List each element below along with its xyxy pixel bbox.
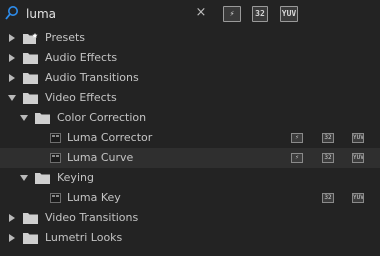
32-bit-badge-icon: 32 [322,153,334,163]
folder-icon [35,113,50,124]
video-effect-icon [50,153,61,163]
tree-item-label: Audio Transitions [45,71,139,84]
32-bit-badge-icon: 32 [322,193,334,203]
tree-item-label: Audio Effects [45,51,118,64]
folder-icon [23,53,38,64]
tree-item-keying[interactable]: Keying [0,168,380,188]
yuv-badge-icon: YUV [352,133,364,143]
accelerated-badge-icon: ⚡ [291,133,303,143]
yuv-badge-icon: YUV [352,193,364,203]
effects-tree: Presets Audio Effects Audio Transitions … [0,28,380,248]
tree-item-presets[interactable]: Presets [0,28,380,48]
search-bar: × ⚡ 32 YUV [0,0,380,28]
chevron-right-icon[interactable] [8,54,16,62]
chevron-down-icon[interactable] [8,94,16,102]
folder-icon [23,73,38,84]
tree-item-label: Video Transitions [45,211,139,224]
chevron-right-icon[interactable] [8,214,16,222]
tree-item-label: Keying [57,171,94,184]
yuv-filter-button[interactable]: YUV [280,6,298,22]
tree-item-label: Video Effects [45,91,117,104]
tree-item-video-effects[interactable]: Video Effects [0,88,380,108]
tree-item-label: Color Correction [57,111,147,124]
chevron-right-icon[interactable] [8,234,16,242]
video-effect-icon [50,133,61,143]
chevron-down-icon[interactable] [20,174,28,182]
chevron-down-icon[interactable] [20,114,28,122]
tree-item-luma-curve[interactable]: Luma Curve ⚡ 32 YUV [0,148,380,168]
folder-icon [23,93,38,104]
search-icon [5,6,18,20]
tree-item-luma-corrector[interactable]: Luma Corrector ⚡ 32 YUV [0,128,380,148]
folder-icon [23,233,38,244]
yuv-badge-icon: YUV [352,153,364,163]
accelerated-effects-filter-button[interactable]: ⚡ [223,6,241,22]
chevron-right-icon[interactable] [8,74,16,82]
tree-item-label: Luma Corrector [67,131,153,144]
folder-icon [35,173,50,184]
tree-item-video-transitions[interactable]: Video Transitions [0,208,380,228]
tree-item-label: Presets [45,31,86,44]
video-effect-icon [50,193,61,203]
chevron-right-icon[interactable] [8,34,16,42]
tree-item-luma-key[interactable]: Luma Key 32 YUV [0,188,380,208]
tree-item-lumetri-looks[interactable]: Lumetri Looks [0,228,380,248]
tree-item-label: Luma Curve [67,151,134,164]
presets-folder-icon [23,33,38,44]
32-bit-badge-icon: 32 [322,133,334,143]
tree-item-audio-transitions[interactable]: Audio Transitions [0,68,380,88]
tree-item-label: Luma Key [67,191,121,204]
clear-search-icon[interactable]: × [194,6,208,20]
tree-item-color-correction[interactable]: Color Correction [0,108,380,128]
folder-icon [23,213,38,224]
search-input[interactable] [22,4,210,24]
tree-item-label: Lumetri Looks [45,231,123,244]
accelerated-badge-icon: ⚡ [291,153,303,163]
32-bit-color-filter-button[interactable]: 32 [252,6,268,22]
tree-item-audio-effects[interactable]: Audio Effects [0,48,380,68]
